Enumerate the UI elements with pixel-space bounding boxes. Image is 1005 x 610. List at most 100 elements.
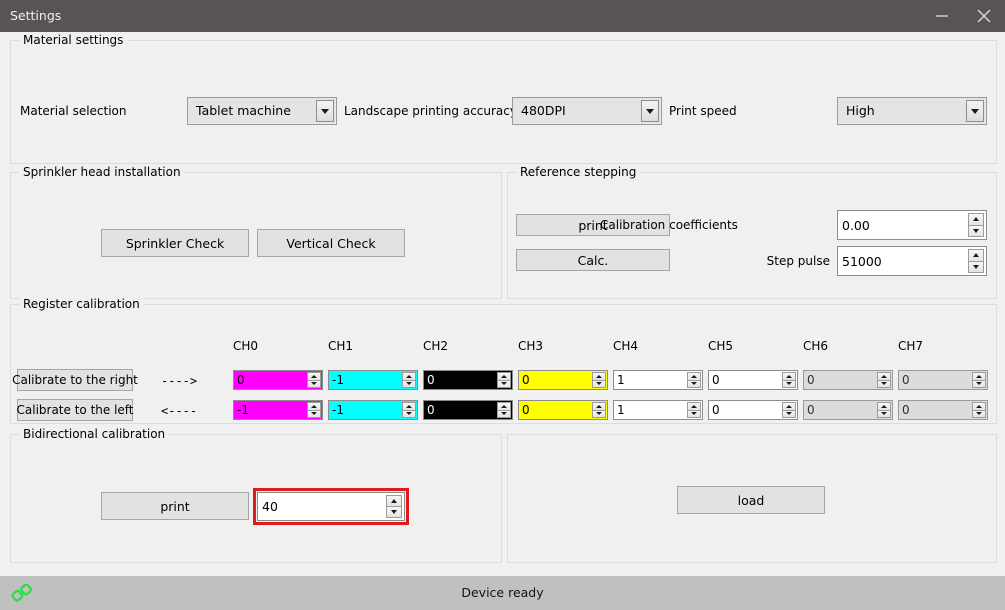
spinner-down-button <box>972 410 986 418</box>
calibrate-right-stepper-ch0[interactable] <box>307 372 321 388</box>
spinner-down-button <box>877 380 891 388</box>
spinner-down-button[interactable] <box>968 261 984 273</box>
material-selection-combo[interactable]: Tablet machine <box>187 97 337 125</box>
triangle-down-icon <box>786 412 792 416</box>
spinner-down-button[interactable] <box>307 380 321 388</box>
triangle-down-icon <box>406 382 412 386</box>
calibrate-left-spinner-ch2[interactable]: 0 <box>423 400 513 420</box>
print-speed-dropdown-button[interactable] <box>966 100 984 122</box>
calibrate-right-value-ch0: 0 <box>237 373 245 387</box>
step-pulse-value: 51000 <box>842 253 882 269</box>
calibrate-left-spinner-ch0[interactable]: -1 <box>233 400 323 420</box>
spinner-up-button[interactable] <box>307 372 321 381</box>
spinner-up-button[interactable] <box>968 213 984 226</box>
spinner-up-button[interactable] <box>687 372 701 381</box>
calibrate-left-spinner-ch5[interactable]: 0 <box>708 400 798 420</box>
step-pulse-spinner[interactable]: 51000 <box>837 246 987 276</box>
spinner-down-button[interactable] <box>307 410 321 418</box>
calibrate-left-arrow: <---- <box>161 404 198 418</box>
spinner-down-button[interactable] <box>968 225 984 237</box>
triangle-down-icon <box>501 382 507 386</box>
load-button[interactable]: load <box>677 486 825 514</box>
spinner-down-button[interactable] <box>497 410 511 418</box>
spinner-up-button[interactable] <box>402 402 416 411</box>
spinner-up-button[interactable] <box>307 402 321 411</box>
calibrate-left-stepper-ch4[interactable] <box>687 402 701 418</box>
calibrate-left-button[interactable]: Calibrate to the left <box>17 399 134 421</box>
sprinkler-check-button[interactable]: Sprinkler Check <box>101 229 249 257</box>
spinner-up-button[interactable] <box>497 372 511 381</box>
calibrate-right-spinner-ch3[interactable]: 0 <box>518 370 608 390</box>
calibrate-right-stepper-ch3[interactable] <box>592 372 606 388</box>
vertical-check-button[interactable]: Vertical Check <box>257 229 405 257</box>
minimize-button[interactable] <box>921 0 963 32</box>
step-pulse-stepper[interactable] <box>968 249 984 273</box>
landscape-accuracy-combo[interactable]: 480DPI <box>512 97 662 125</box>
material-selection-dropdown-button[interactable] <box>316 100 334 122</box>
calibrate-right-spinner-ch1[interactable]: -1 <box>328 370 418 390</box>
triangle-up-icon <box>311 404 317 408</box>
calibration-coefficients-stepper[interactable] <box>968 213 984 237</box>
triangle-up-icon <box>501 374 507 378</box>
spinner-up-button[interactable] <box>497 402 511 411</box>
spinner-down-button[interactable] <box>592 410 606 418</box>
calibrate-right-value-ch3: 0 <box>522 373 530 387</box>
calibrate-left-spinner-ch3[interactable]: 0 <box>518 400 608 420</box>
triangle-down-icon <box>596 382 602 386</box>
bidirectional-value-stepper[interactable] <box>386 495 402 518</box>
print-speed-combo[interactable]: High <box>837 97 987 125</box>
calibrate-right-arrow: ----> <box>161 374 198 388</box>
calibrate-right-button[interactable]: Calibrate to the right <box>12 369 138 391</box>
spinner-up-button[interactable] <box>782 372 796 381</box>
calibrate-right-stepper-ch1[interactable] <box>402 372 416 388</box>
calibration-coefficients-spinner[interactable]: 0.00 <box>837 210 987 240</box>
spinner-down-button[interactable] <box>687 380 701 388</box>
calibrate-right-spinner-ch2[interactable]: 0 <box>423 370 513 390</box>
triangle-up-icon <box>596 374 602 378</box>
spinner-down-button[interactable] <box>782 410 796 418</box>
spinner-up-button[interactable] <box>592 402 606 411</box>
calibrate-left-stepper-ch3[interactable] <box>592 402 606 418</box>
triangle-up-icon <box>973 253 979 258</box>
spinner-up-button[interactable] <box>386 495 402 507</box>
bidirectional-print-button[interactable]: print <box>101 492 249 520</box>
spinner-up-button[interactable] <box>968 249 984 262</box>
spinner-down-button[interactable] <box>402 380 416 388</box>
spinner-up-button <box>972 372 986 381</box>
triangle-up-icon <box>881 374 887 378</box>
reference-calc-button[interactable]: Calc. <box>516 249 670 271</box>
calibrate-left-stepper-ch1[interactable] <box>402 402 416 418</box>
close-button[interactable] <box>963 0 1005 32</box>
calibrate-right-stepper-ch5[interactable] <box>782 372 796 388</box>
calibrate-left-stepper-ch5[interactable] <box>782 402 796 418</box>
spinner-down-button[interactable] <box>687 410 701 418</box>
spinner-down-button[interactable] <box>386 507 402 518</box>
calibrate-right-spinner-ch0[interactable]: 0 <box>233 370 323 390</box>
bidirectional-value: 40 <box>262 499 278 514</box>
spinner-up-button[interactable] <box>782 402 796 411</box>
calibrate-right-spinner-ch5[interactable]: 0 <box>708 370 798 390</box>
landscape-accuracy-dropdown-button[interactable] <box>641 100 659 122</box>
spinner-up-button[interactable] <box>687 402 701 411</box>
calibrate-left-spinner-ch4[interactable]: 1 <box>613 400 703 420</box>
calibrate-right-stepper-ch4[interactable] <box>687 372 701 388</box>
spinner-down-button[interactable] <box>782 380 796 388</box>
triangle-down-icon <box>881 382 887 386</box>
calibrate-left-spinner-ch1[interactable]: -1 <box>328 400 418 420</box>
spinner-down-button[interactable] <box>497 380 511 388</box>
spinner-up-button[interactable] <box>402 372 416 381</box>
spinner-down-button[interactable] <box>402 410 416 418</box>
calibrate-left-stepper-ch2[interactable] <box>497 402 511 418</box>
triangle-up-icon <box>976 374 982 378</box>
calibrate-right-spinner-ch4[interactable]: 1 <box>613 370 703 390</box>
triangle-up-icon <box>881 404 887 408</box>
calibrate-right-spinner-ch6: 0 <box>803 370 893 390</box>
calibrate-right-value-ch6: 0 <box>807 373 815 387</box>
calibrate-right-stepper-ch2[interactable] <box>497 372 511 388</box>
calibrate-left-stepper-ch0[interactable] <box>307 402 321 418</box>
print-speed-label: Print speed <box>669 104 737 118</box>
channel-header-ch5: CH5 <box>708 339 734 353</box>
spinner-down-button[interactable] <box>592 380 606 388</box>
bidirectional-value-spinner[interactable]: 40 <box>253 488 409 525</box>
spinner-up-button[interactable] <box>592 372 606 381</box>
